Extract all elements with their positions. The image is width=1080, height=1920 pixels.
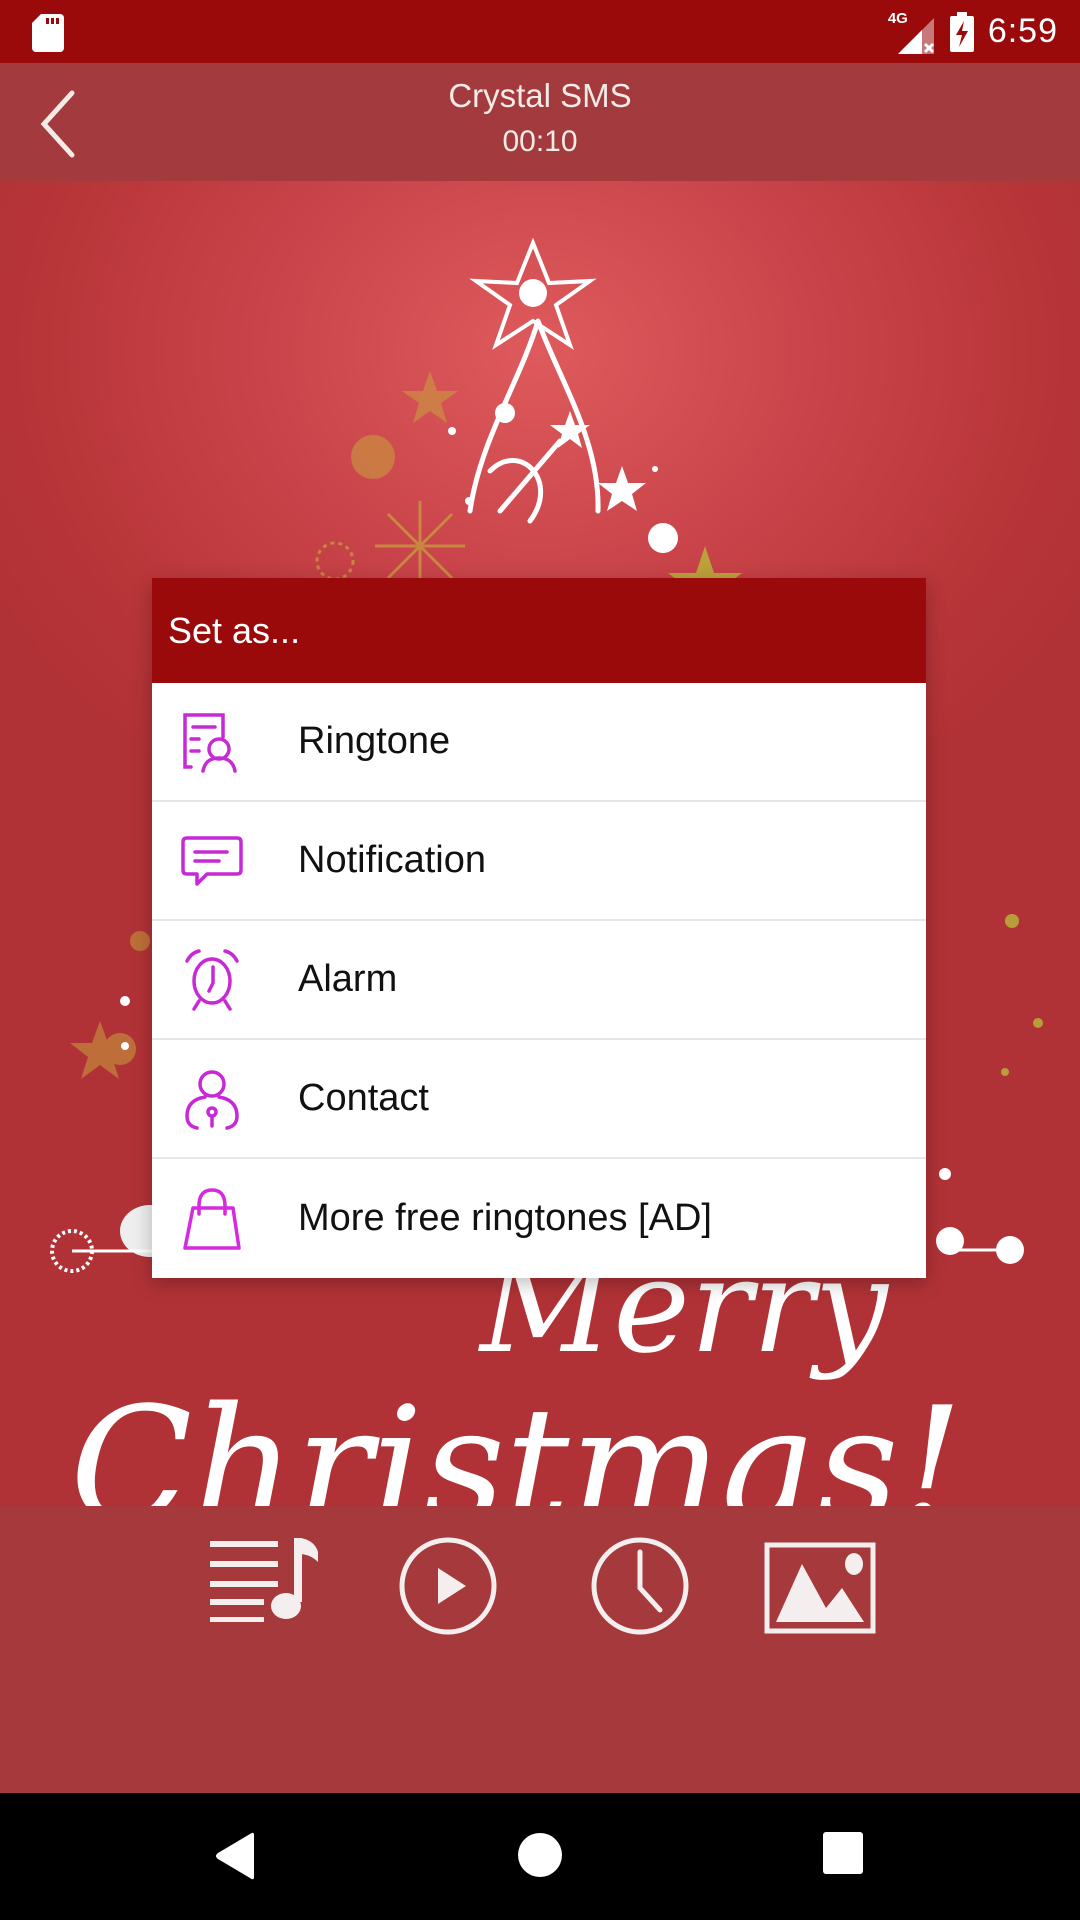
timer-button[interactable] <box>590 1536 690 1636</box>
playlist-button[interactable] <box>208 1536 320 1622</box>
wallpaper-image-button[interactable] <box>764 1542 876 1634</box>
menu-item-label: More free ringtones [AD] <box>298 1197 712 1239</box>
alarm-clock-icon <box>185 948 239 1011</box>
app-bar: Crystal SMS 00:10 <box>0 63 1080 181</box>
contact-person-icon <box>185 1069 239 1130</box>
status-bar: 4G 6:59 <box>0 0 1080 63</box>
menu-item-alarm[interactable]: Alarm <box>152 921 926 1040</box>
nav-recents-button[interactable] <box>822 1831 864 1875</box>
menu-item-more-ringtones-ad[interactable]: More free ringtones [AD] <box>152 1159 926 1278</box>
set-as-dialog: Set as... Ringtone Notification Alarm Co… <box>152 578 926 1278</box>
christmas-text: Christmas! <box>70 1372 963 1506</box>
signal-no-data-icon <box>897 17 934 54</box>
status-clock: 6:59 <box>987 12 1058 50</box>
nav-home-button[interactable] <box>516 1831 564 1879</box>
message-bubble-icon <box>181 835 243 886</box>
menu-item-notification[interactable]: Notification <box>152 802 926 921</box>
menu-item-label: Ringtone <box>298 720 451 762</box>
ringtone-contact-list-icon <box>183 712 237 773</box>
menu-item-label: Alarm <box>298 958 398 1000</box>
play-button[interactable] <box>398 1536 498 1636</box>
menu-item-label: Notification <box>298 839 486 881</box>
shopping-bag-icon <box>183 1187 241 1250</box>
sd-card-icon <box>32 14 64 52</box>
network-signal: 4G <box>888 10 936 54</box>
menu-item-label: Contact <box>298 1077 429 1119</box>
menu-item-ringtone[interactable]: Ringtone <box>152 683 926 802</box>
system-nav-bar <box>0 1793 1080 1920</box>
dialog-title: Set as... <box>152 578 926 683</box>
menu-item-contact[interactable]: Contact <box>152 1040 926 1159</box>
nav-back-button[interactable] <box>214 1831 260 1881</box>
ringtone-title: Crystal SMS <box>448 77 632 114</box>
player-controls <box>0 1506 1080 1793</box>
battery-charging-icon <box>949 11 974 52</box>
ringtone-duration: 00:10 <box>502 125 578 158</box>
